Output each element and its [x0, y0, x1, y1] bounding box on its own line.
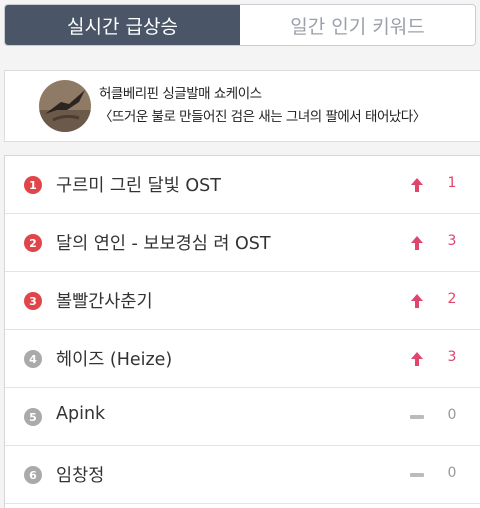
rank-badge: 6	[24, 466, 42, 484]
list-item[interactable]: 3 볼빨간사춘기 2	[5, 272, 480, 330]
list-item[interactable]: 5 Apink 0	[5, 388, 480, 446]
list-item[interactable]: 6 임창정 0	[5, 446, 480, 504]
rank-badge: 1	[24, 176, 42, 194]
list-item[interactable]: 4 헤이즈 (Heize) 3	[5, 330, 480, 388]
trend-up-icon	[409, 351, 425, 367]
keyword-title: 볼빨간사춘기	[56, 292, 153, 312]
keyword-title: Apink	[56, 404, 106, 424]
trend-up-icon	[409, 293, 425, 309]
tab-bar: 실시간 급상승 일간 인기 키워드	[4, 4, 476, 46]
keyword-title: 헤이즈 (Heize)	[56, 350, 173, 370]
rank-change: 0	[447, 465, 457, 481]
list-item[interactable]: 2 달의 연인 - 보보경심 려 OST 3	[5, 214, 480, 272]
rank-badge: 5	[24, 408, 42, 426]
list-item[interactable]: 1 구르미 그린 달빛 OST 1	[5, 156, 480, 214]
banner-title: 허클베리핀 싱글발매 쇼케이스	[99, 86, 262, 102]
rank-badge: 2	[24, 234, 42, 252]
banner-thumbnail	[39, 80, 91, 132]
rank-change: 3	[447, 349, 457, 365]
rank-badge: 4	[24, 350, 42, 368]
trend-same-icon	[409, 409, 425, 425]
keyword-title: 임창정	[56, 466, 105, 486]
trend-up-icon	[409, 235, 425, 251]
rank-change: 0	[447, 407, 457, 423]
rank-badge: 3	[24, 292, 42, 310]
rank-change: 1	[447, 175, 457, 191]
tab-realtime-rising[interactable]: 실시간 급상승	[5, 5, 240, 45]
rank-change: 2	[447, 291, 457, 307]
rank-change: 3	[447, 233, 457, 249]
banner-subtitle: 〈뜨거운 불로 만들어진 검은 새는 그녀의 팔에서 태어났다〉	[99, 109, 426, 125]
trend-same-icon	[409, 467, 425, 483]
keyword-ranking-list: 1 구르미 그린 달빛 OST 1 2 달의 연인 - 보보경심 려 OST 3…	[4, 155, 480, 508]
keyword-title: 구르미 그린 달빛 OST	[56, 176, 221, 196]
keyword-title: 달의 연인 - 보보경심 려 OST	[56, 234, 271, 254]
trend-up-icon	[409, 177, 425, 193]
tab-daily-popular-keywords[interactable]: 일간 인기 키워드	[240, 5, 475, 45]
showcase-banner[interactable]: 허클베리핀 싱글발매 쇼케이스 〈뜨거운 불로 만들어진 검은 새는 그녀의 팔…	[4, 70, 480, 142]
